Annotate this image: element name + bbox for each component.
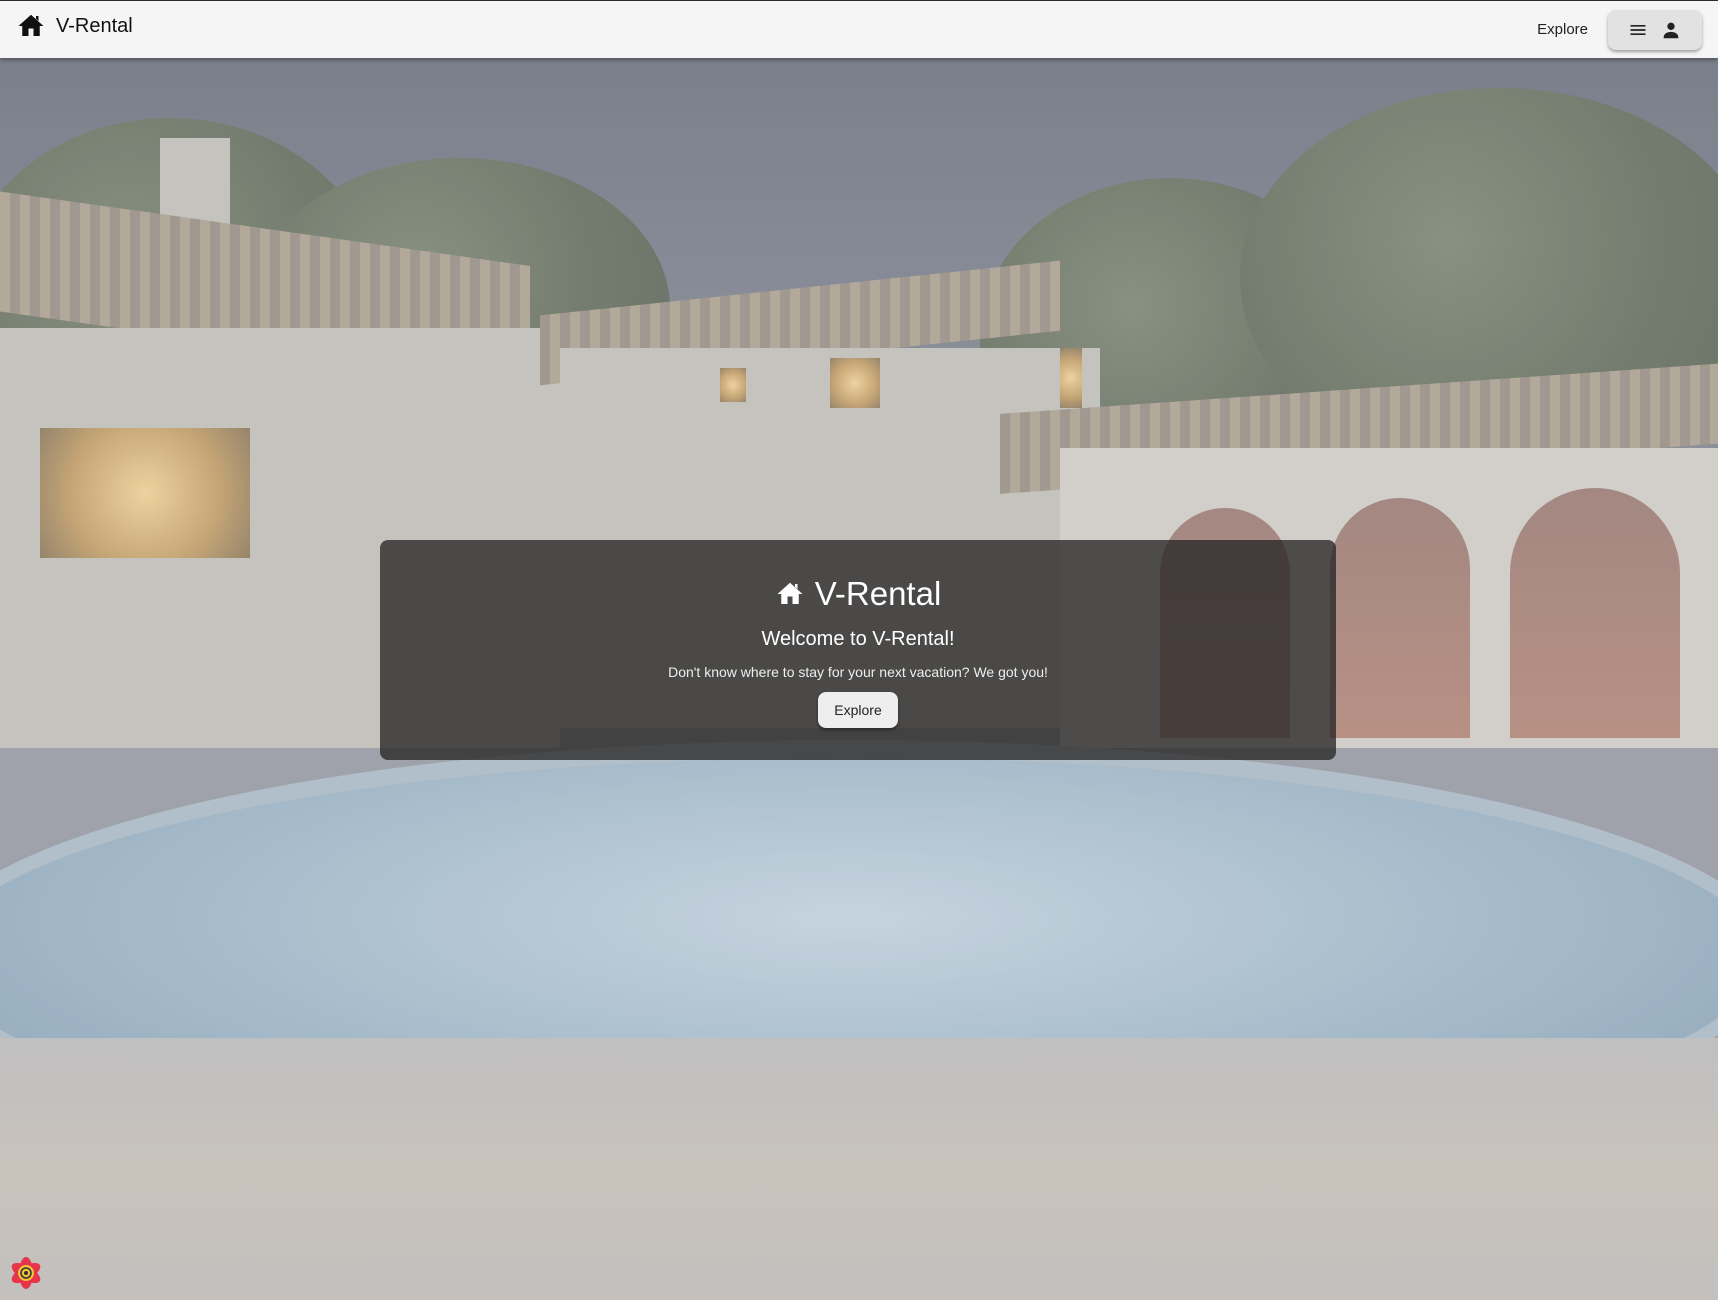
menu-icon: [1628, 20, 1648, 40]
welcome-card: V-Rental Welcome to V-Rental! Don't know…: [380, 540, 1336, 760]
card-title: V-Rental: [814, 575, 942, 612]
person-icon: [1660, 19, 1682, 41]
home-icon: [16, 11, 46, 41]
top-navbar: V-Rental Explore: [0, 0, 1718, 58]
nav-explore-link[interactable]: Explore: [1533, 17, 1592, 43]
card-description: Don't know where to stay for your next v…: [668, 664, 1048, 680]
account-menu-button[interactable]: [1608, 10, 1702, 50]
card-title-row: V-Rental: [380, 574, 1336, 614]
explore-button[interactable]: Explore: [818, 692, 898, 728]
flower-debug-icon[interactable]: [4, 1251, 48, 1295]
brand-link[interactable]: V-Rental: [16, 11, 133, 41]
brand-name: V-Rental: [56, 15, 133, 37]
card-subtitle: Welcome to V-Rental!: [761, 628, 955, 650]
home-icon: [775, 579, 805, 609]
